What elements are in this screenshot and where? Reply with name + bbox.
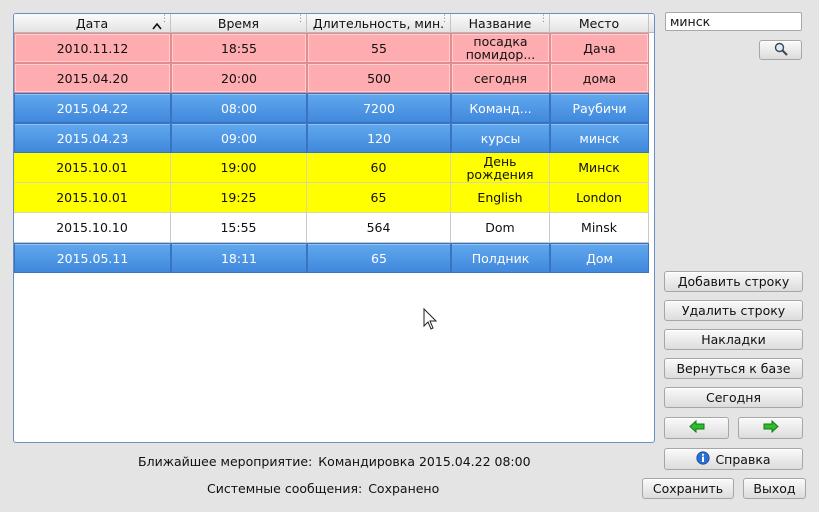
cell-name[interactable]: Команд... <box>451 93 550 123</box>
save-button[interactable]: Сохранить <box>642 478 734 499</box>
column-header-name[interactable]: Название ⋮ <box>451 14 550 32</box>
column-resize-grip-icon[interactable]: ⋮ <box>440 15 449 24</box>
cell-place[interactable]: Минск <box>550 153 649 183</box>
cell-time[interactable]: 15:55 <box>171 213 307 243</box>
back-to-base-button[interactable]: Вернуться к базе <box>664 358 803 379</box>
cell-name[interactable]: курсы <box>451 123 550 153</box>
cell-date[interactable]: 2015.10.01 <box>14 153 171 183</box>
today-button[interactable]: Сегодня <box>664 387 803 408</box>
system-messages-label: Системные сообщения: <box>207 481 363 496</box>
cell-name[interactable]: посадка помидор... <box>451 33 550 63</box>
cell-duration[interactable]: 564 <box>307 213 451 243</box>
cell-duration[interactable]: 120 <box>307 123 451 153</box>
cell-duration[interactable]: 65 <box>307 183 451 213</box>
column-header-time[interactable]: Время ⋮ <box>171 14 307 32</box>
cell-name[interactable]: English <box>451 183 550 213</box>
cell-place[interactable]: минск <box>550 123 649 153</box>
cell-place[interactable]: Дом <box>550 243 649 273</box>
nearest-event-status: Ближайшее мероприятие: Командировка 2015.… <box>138 454 531 469</box>
mouse-cursor-icon <box>423 307 438 333</box>
column-resize-grip-icon[interactable]: ⋮ <box>539 15 548 24</box>
add-row-button[interactable]: Добавить строку <box>664 271 803 292</box>
column-header-place[interactable]: Место <box>550 14 649 32</box>
cell-duration[interactable]: 500 <box>307 63 451 93</box>
table-row[interactable]: 2015.10.10 15:55 564 Dom Minsk <box>14 213 654 243</box>
search-input[interactable] <box>665 12 802 31</box>
cell-time[interactable]: 09:00 <box>171 123 307 153</box>
search-button[interactable] <box>759 40 802 60</box>
cell-time[interactable]: 20:00 <box>171 63 307 93</box>
cell-place[interactable]: Раубичи <box>550 93 649 123</box>
table-row[interactable]: 2015.05.11 18:11 65 Полдник Дом <box>14 243 654 273</box>
cell-date[interactable]: 2015.04.20 <box>14 63 171 93</box>
cell-name[interactable]: Dom <box>451 213 550 243</box>
column-header-label: Дата <box>75 15 109 31</box>
cell-date[interactable]: 2010.11.12 <box>14 33 171 63</box>
cell-name[interactable]: День рождения <box>451 153 550 183</box>
table-row[interactable]: 2015.10.01 19:25 65 English London <box>14 183 654 213</box>
cell-name[interactable]: Полдник <box>451 243 550 273</box>
table-row[interactable]: 2010.11.12 18:55 55 посадка помидор... Д… <box>14 33 654 63</box>
table-row[interactable]: 2015.04.22 08:00 7200 Команд... Раубичи <box>14 93 654 123</box>
cell-time[interactable]: 18:11 <box>171 243 307 273</box>
nearest-event-value: Командировка 2015.04.22 08:00 <box>318 454 531 469</box>
cell-date[interactable]: 2015.05.11 <box>14 243 171 273</box>
column-resize-grip-icon[interactable]: ⋮ <box>160 15 169 24</box>
column-header-duration[interactable]: Длительность, мин. ⋮ <box>307 14 451 32</box>
cell-duration[interactable]: 55 <box>307 33 451 63</box>
events-table[interactable]: Дата ⋮ Время ⋮ Длительность, мин. ⋮ Назв… <box>13 13 655 443</box>
cell-place[interactable]: дома <box>550 63 649 93</box>
previous-button[interactable] <box>664 417 729 439</box>
exit-button[interactable]: Выход <box>743 478 806 499</box>
info-icon <box>696 450 711 468</box>
column-header-label: Время <box>217 15 260 31</box>
cell-date[interactable]: 2015.04.22 <box>14 93 171 123</box>
cell-place[interactable]: London <box>550 183 649 213</box>
cell-name[interactable]: сегодня <box>451 63 550 93</box>
table-row[interactable]: 2015.10.01 19:00 60 День рождения Минск <box>14 153 654 183</box>
table-body: 2010.11.12 18:55 55 посадка помидор... Д… <box>14 33 654 273</box>
help-button-label: Справка <box>715 451 771 467</box>
column-header-label: Название <box>468 15 532 31</box>
table-row[interactable]: 2015.04.23 09:00 120 курсы минск <box>14 123 654 153</box>
delete-row-button[interactable]: Удалить строку <box>664 300 803 321</box>
help-button[interactable]: Справка <box>664 448 803 470</box>
cell-time[interactable]: 18:55 <box>171 33 307 63</box>
cell-time[interactable]: 08:00 <box>171 93 307 123</box>
column-resize-grip-icon[interactable]: ⋮ <box>296 15 305 24</box>
table-header: Дата ⋮ Время ⋮ Длительность, мин. ⋮ Назв… <box>14 14 654 33</box>
column-header-label: Место <box>578 15 620 31</box>
cell-duration[interactable]: 60 <box>307 153 451 183</box>
cell-place[interactable]: Дача <box>550 33 649 63</box>
cell-time[interactable]: 19:00 <box>171 153 307 183</box>
nearest-event-label: Ближайшее мероприятие: <box>138 454 313 469</box>
magnifier-icon <box>774 42 788 59</box>
invoices-button[interactable]: Накладки <box>664 329 803 350</box>
column-header-date[interactable]: Дата ⋮ <box>14 14 171 32</box>
cell-duration[interactable]: 65 <box>307 243 451 273</box>
cell-date[interactable]: 2015.10.01 <box>14 183 171 213</box>
system-messages-value: Сохранено <box>368 481 440 496</box>
cell-time[interactable]: 19:25 <box>171 183 307 213</box>
next-button[interactable] <box>738 417 803 439</box>
cell-place[interactable]: Minsk <box>550 213 649 243</box>
arrow-right-green-icon <box>763 419 779 436</box>
cell-duration[interactable]: 7200 <box>307 93 451 123</box>
system-messages-status: Системные сообщения: Сохранено <box>207 481 439 496</box>
cell-date[interactable]: 2015.04.23 <box>14 123 171 153</box>
column-header-label: Длительность, мин. <box>312 15 445 31</box>
cell-date[interactable]: 2015.10.10 <box>14 213 171 243</box>
table-row[interactable]: 2015.04.20 20:00 500 сегодня дома <box>14 63 654 93</box>
arrow-left-green-icon <box>688 419 705 436</box>
